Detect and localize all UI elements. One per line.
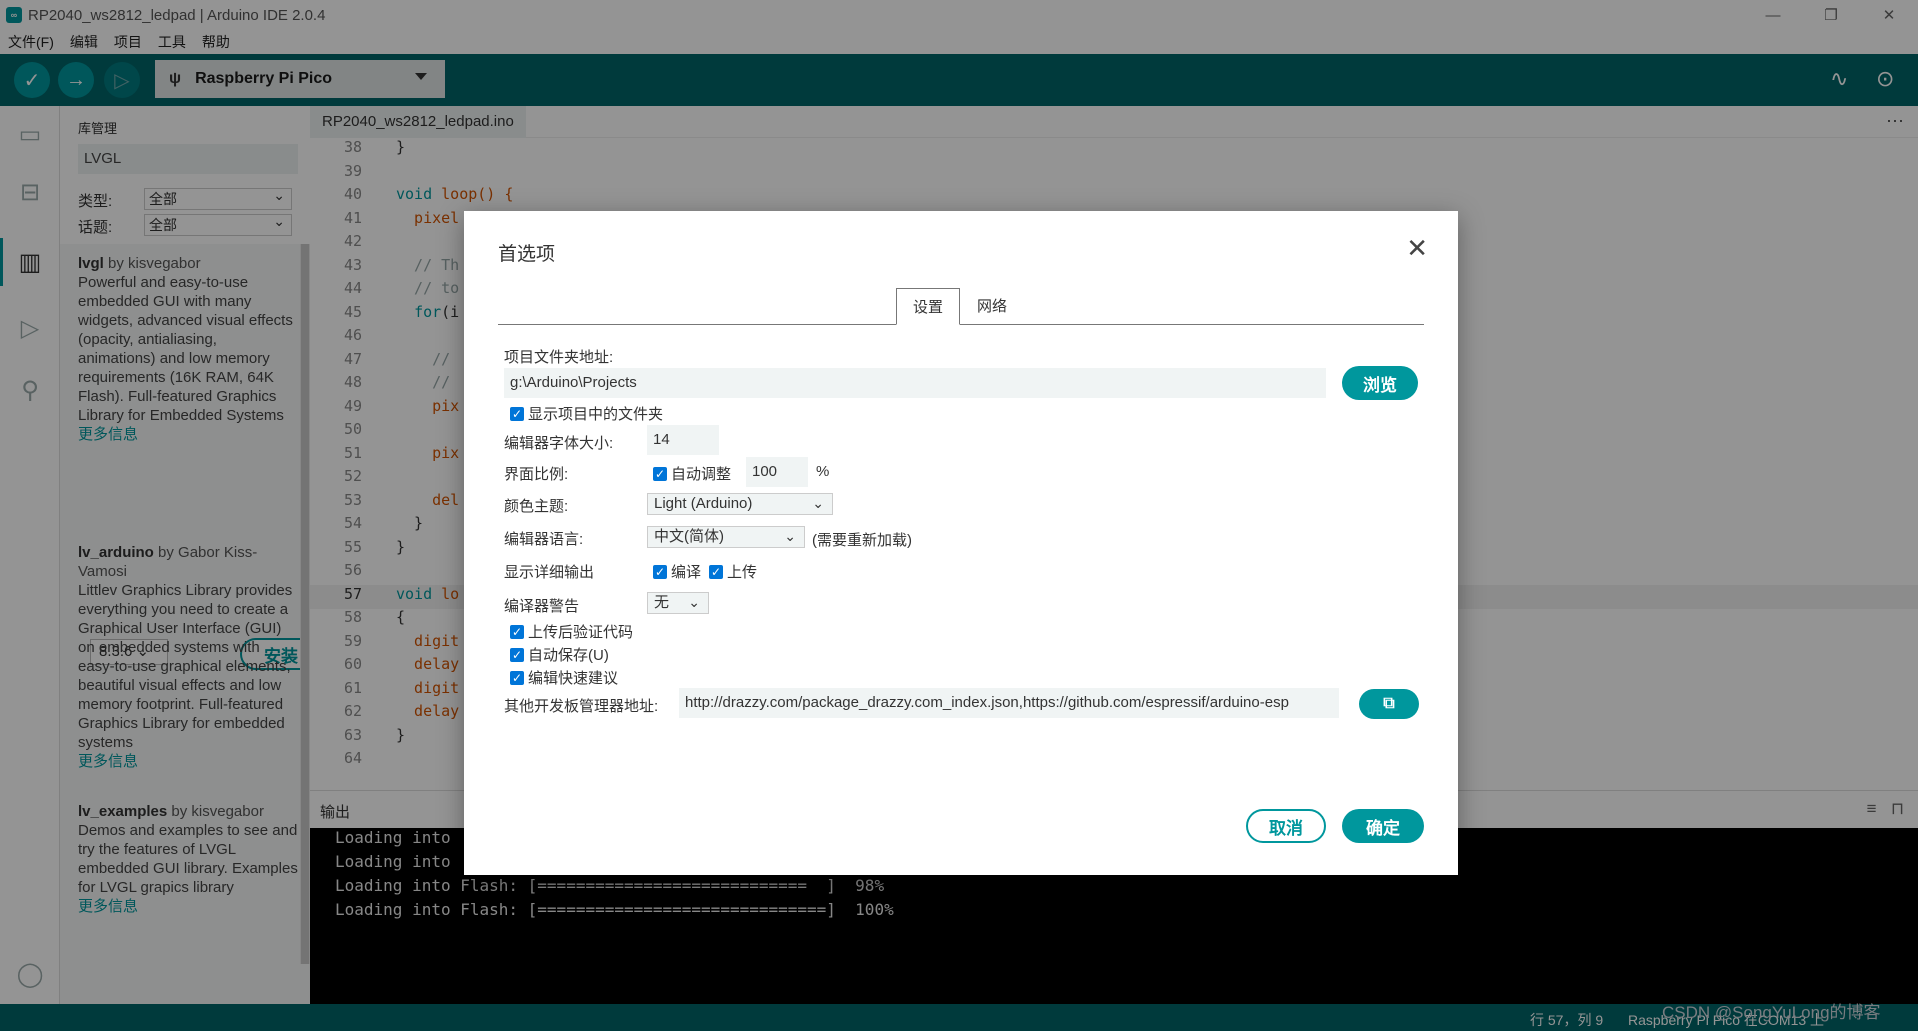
dialog-title: 首选项 [498,244,556,265]
checkbox-icon: ✓ [709,564,723,579]
theme-select[interactable]: Light (Arduino) ⌄ [647,493,833,515]
sketchbook-label: 项目文件夹地址: [504,349,614,366]
tab-divider [498,324,1424,325]
checkbox-icon: ✓ [653,564,667,579]
verify-after-upload-checkbox[interactable]: ✓ 上传后验证代码 [510,621,633,642]
chevron-down-icon: ⌄ [812,495,824,511]
preferences-dialog: 首选项 ✕ 设置 网络 项目文件夹地址: g:\Arduino\Projects… [464,211,1458,875]
checkbox-icon: ✓ [653,466,667,481]
scale-label: 界面比例: [504,466,569,483]
chevron-down-icon: ⌄ [784,528,796,544]
checkbox-icon: ✓ [510,670,524,685]
close-icon[interactable]: ✕ [1406,233,1428,264]
browse-button[interactable]: 浏览 [1342,366,1418,400]
tab-network[interactable]: 网络 [964,288,1020,325]
theme-label: 颜色主题: [504,498,569,515]
sketchbook-field[interactable]: g:\Arduino\Projects [504,368,1326,398]
scale-field[interactable]: 100 [746,457,808,487]
font-size-label: 编辑器字体大小: [504,435,614,452]
checkbox-icon: ✓ [510,647,524,662]
show-files-checkbox[interactable]: ✓ 显示项目中的文件夹 [510,403,663,424]
open-urls-editor-button[interactable]: ⧉ [1359,689,1419,719]
board-urls-label: 其他开发板管理器地址: [504,698,659,715]
quick-suggestions-checkbox[interactable]: ✓ 编辑快速建议 [510,667,618,688]
chevron-down-icon: ⌄ [688,594,700,610]
auto-scale-checkbox[interactable]: ✓ 自动调整 [653,463,731,484]
checkbox-icon: ✓ [510,624,524,639]
warnings-select[interactable]: 无 ⌄ [647,592,709,614]
language-select[interactable]: 中文(简体) ⌄ [647,526,805,548]
verbose-compile-checkbox[interactable]: ✓ 编译 [653,561,701,582]
checkbox-icon: ✓ [510,406,524,421]
auto-save-checkbox[interactable]: ✓ 自动保存(U) [510,644,609,665]
verbose-upload-checkbox[interactable]: ✓ 上传 [709,561,757,582]
window-stack-icon: ⧉ [1383,695,1395,712]
board-urls-field[interactable]: http://drazzy.com/package_drazzy.com_ind… [679,688,1339,718]
cancel-button[interactable]: 取消 [1246,809,1326,843]
font-size-field[interactable]: 14 [647,425,719,455]
tab-settings[interactable]: 设置 [896,288,960,325]
warnings-label: 编译器警告 [504,598,580,615]
verbose-label: 显示详细输出 [504,564,595,581]
ok-button[interactable]: 确定 [1342,809,1424,843]
language-label: 编辑器语言: [504,531,584,548]
language-note: (需要重新加载) [812,532,912,549]
scale-unit: % [816,463,830,480]
